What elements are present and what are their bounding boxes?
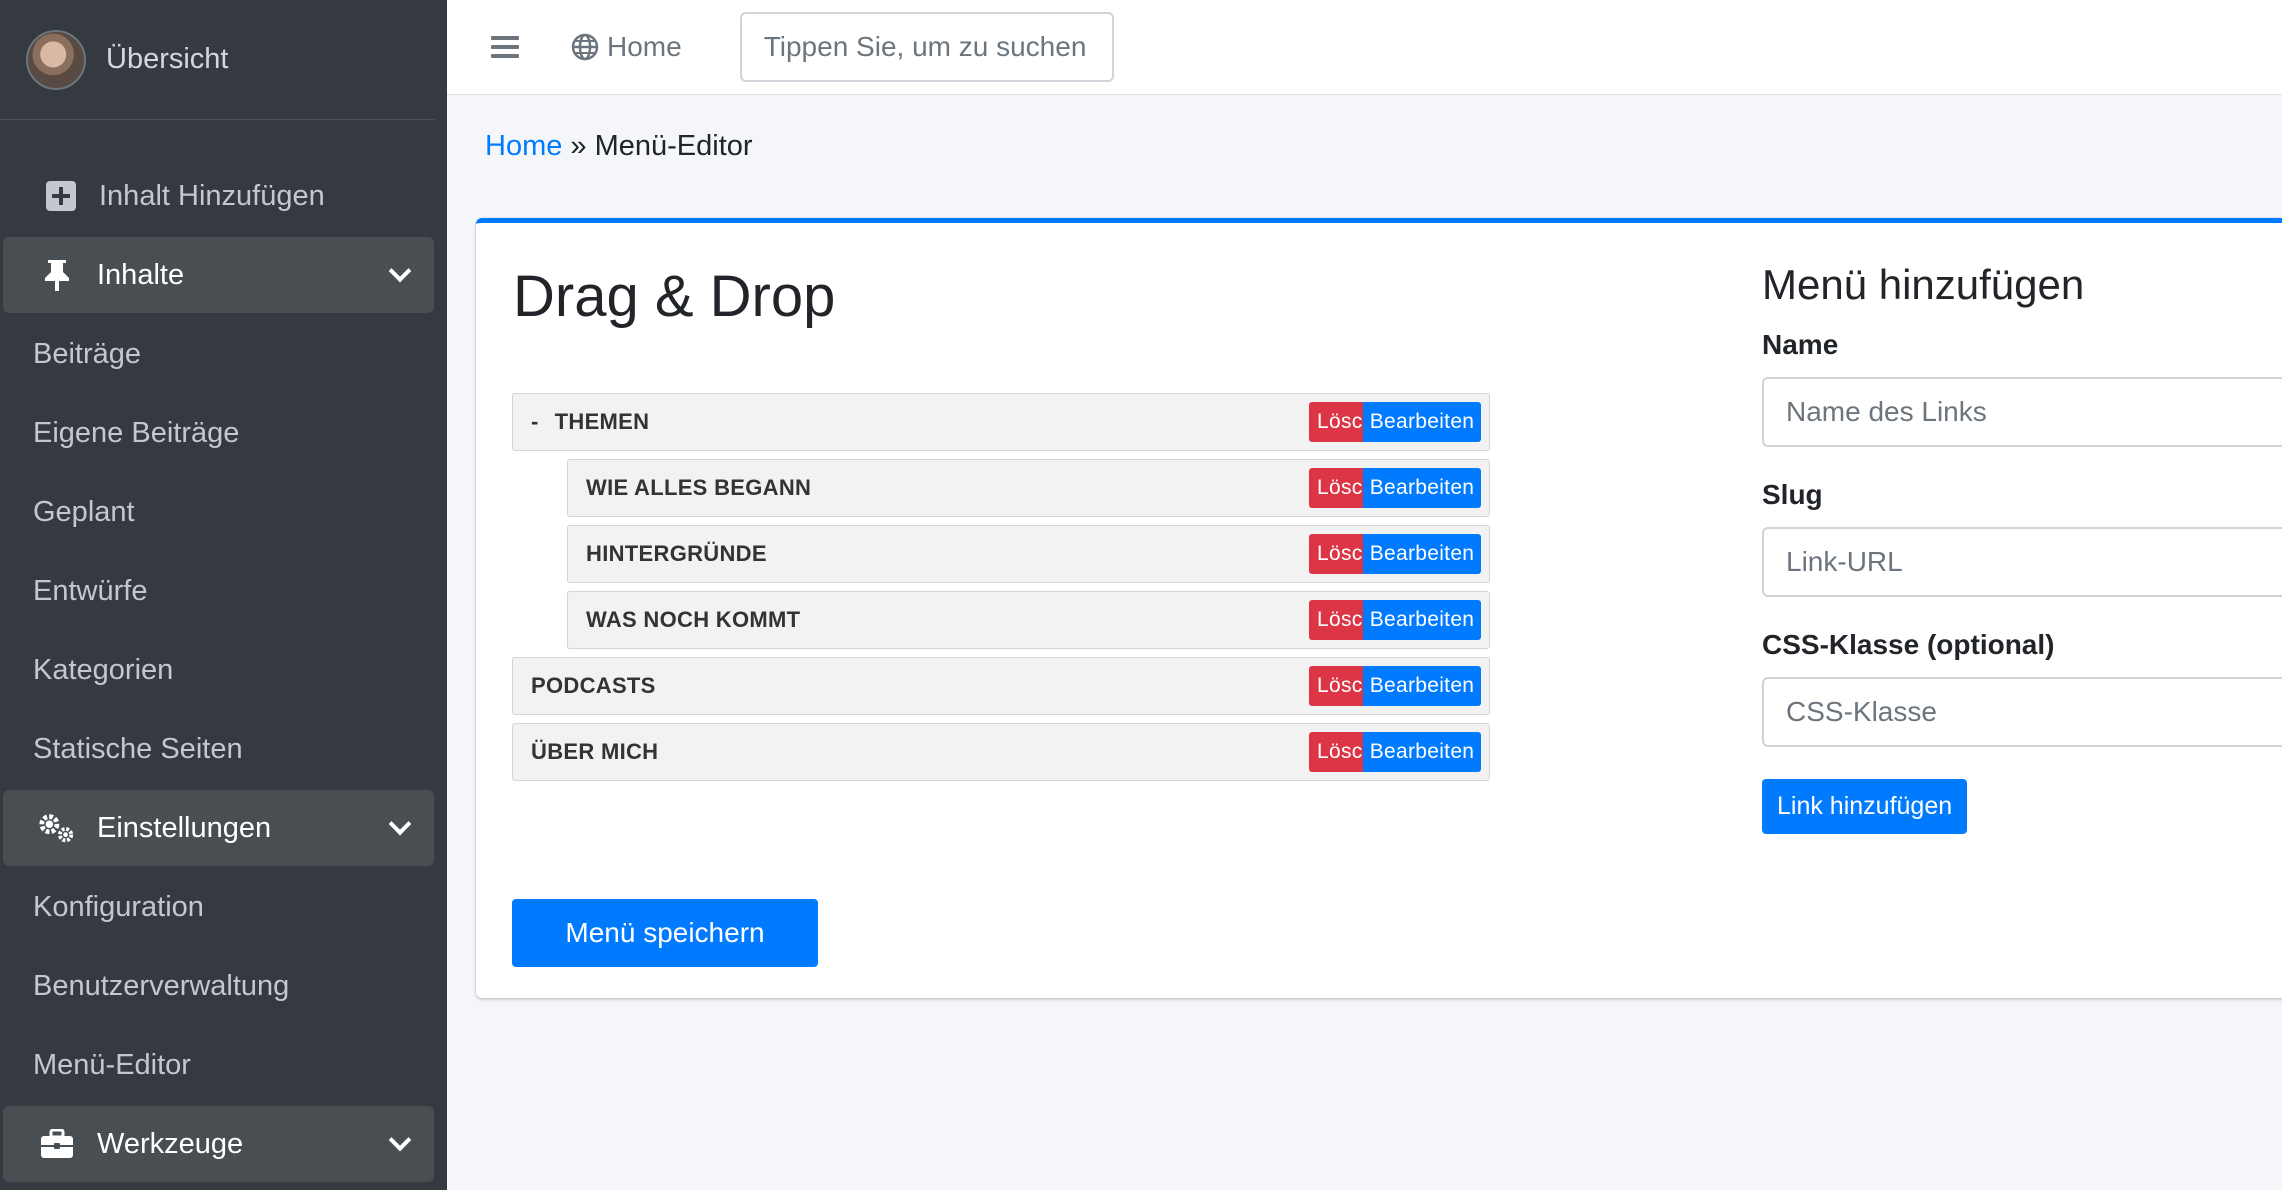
delete-button[interactable]: Löschen [1309,600,1363,640]
sidebar-item-static-pages[interactable]: Statische Seiten [3,711,434,787]
top-navbar: Home [447,0,2282,95]
name-label: Name [1762,329,1839,360]
menu-item-podcasts[interactable]: PODCASTS Löschen Bearbeiten [512,657,1490,715]
delete-button[interactable]: Löschen [1309,468,1363,508]
sidebar: Übersicht Inhalt Hinzufügen Inhalte Beit… [0,0,447,1190]
menu-item-actions: Löschen Bearbeiten [1309,666,1481,706]
css-class-label: CSS-Klasse (optional) [1762,629,2055,660]
menu-item-ueber-mich[interactable]: ÜBER MICH Löschen Bearbeiten [512,723,1490,781]
sidebar-item-categories[interactable]: Kategorien [3,632,434,708]
sidebar-item-label: Geplant [33,495,135,528]
delete-button[interactable]: Löschen [1309,666,1363,706]
menu-item-actions: Löschen Bearbeiten [1309,732,1481,772]
sidebar-item-add-content[interactable]: Inhalt Hinzufügen [3,158,434,234]
sidebar-item-scheduled[interactable]: Geplant [3,474,434,550]
breadcrumb-current: Menü-Editor [594,130,753,162]
briefcase-icon [37,1129,77,1159]
menu-item-was-noch-kommt[interactable]: WAS NOCH KOMMT Löschen Bearbeiten [567,591,1490,649]
top-home-label: Home [607,31,682,62]
edit-button[interactable]: Bearbeiten [1363,468,1481,508]
sidebar-section-label: Inhalte [97,258,185,291]
menu-item-actions: Löschen Bearbeiten [1309,468,1481,508]
add-menu-form: Menü hinzufügen Name Slug CSS-Klasse (op… [1762,261,2282,834]
link-name-field[interactable] [1762,377,2282,447]
sidebar-item-drafts[interactable]: Entwürfe [3,553,434,629]
sidebar-item-label: Menü-Editor [33,1048,191,1081]
menu-item-actions: Löschen Bearbeiten [1309,600,1481,640]
delete-button[interactable]: Löschen [1309,732,1363,772]
brand-link[interactable]: Übersicht [0,0,435,120]
menu-item-actions: Löschen Bearbeiten [1309,534,1481,574]
menu-item-label: WAS NOCH KOMMT [586,607,801,632]
sidebar-item-user-management[interactable]: Benutzerverwaltung [3,948,434,1024]
css-class-field[interactable] [1762,677,2282,747]
edit-button[interactable]: Bearbeiten [1363,666,1481,706]
menu-item-label: WIE ALLES BEGANN [586,475,812,500]
sidebar-item-configuration[interactable]: Konfiguration [3,869,434,945]
thumbtack-icon [37,258,77,292]
sidebar-item-label: Statische Seiten [33,732,243,765]
sidebar-item-label: Entwürfe [33,574,148,607]
menu-item-wie-alles-begann[interactable]: WIE ALLES BEGANN Löschen Bearbeiten [567,459,1490,517]
slug-field[interactable] [1762,527,2282,597]
sidebar-section-label: Einstellungen [97,811,272,844]
chevron-down-icon [388,1128,412,1152]
menu-item-label: THEMEN [554,409,650,434]
add-menu-title: Menü hinzufügen [1762,261,2085,308]
sidebar-item-label: Beiträge [33,337,142,370]
sidebar-section-label: Werkzeuge [97,1127,244,1160]
sidebar-item-own-posts[interactable]: Eigene Beiträge [3,395,434,471]
sidebar-section-content[interactable]: Inhalte [3,237,434,313]
breadcrumb-separator: » [562,130,595,162]
edit-button[interactable]: Bearbeiten [1363,402,1481,442]
sidebar-item-posts[interactable]: Beiträge [3,316,434,392]
sidebar-item-label: Eigene Beiträge [33,416,240,449]
breadcrumb-home-link[interactable]: Home [485,130,562,162]
sidebar-item-label: Inhalt Hinzufügen [99,179,325,212]
drag-drop-title: Drag & Drop [513,264,836,329]
delete-button[interactable]: Löschen [1309,402,1363,442]
brand-text: Übersicht [106,43,229,75]
menu-item-label: HINTERGRÜNDE [586,541,767,566]
menu-item-label: ÜBER MICH [531,739,659,764]
plus-square-icon [41,180,81,212]
sidebar-item-label: Kategorien [33,653,174,686]
menu-item-actions: Löschen Bearbeiten [1309,402,1481,442]
menu-item-label: PODCASTS [531,673,656,698]
menu-editor-card: Drag & Drop - THEMEN Löschen Bearbeiten … [476,218,2282,998]
breadcrumb: Home » Menü-Editor [485,130,753,163]
add-link-button[interactable]: Link hinzufügen [1762,779,1968,834]
sidebar-item-menu-editor[interactable]: Menü-Editor [3,1027,434,1103]
menu-item-themen[interactable]: - THEMEN Löschen Bearbeiten [512,393,1490,451]
menu-toggle-icon[interactable] [491,36,519,58]
chevron-down-icon [388,812,412,836]
top-home-link[interactable]: Home [571,31,682,63]
delete-button[interactable]: Löschen [1309,534,1363,574]
collapse-toggle[interactable]: - [531,409,539,435]
sidebar-item-label: Konfiguration [33,890,204,923]
save-menu-button[interactable]: Menü speichern [512,899,818,967]
menu-item-hintergruende[interactable]: HINTERGRÜNDE Löschen Bearbeiten [567,525,1490,583]
user-avatar [26,29,86,90]
sidebar-nav: Inhalt Hinzufügen Inhalte Beiträge Eigen… [0,120,447,1182]
sidebar-section-tools[interactable]: Werkzeuge [3,1106,434,1182]
slug-label: Slug [1762,479,1823,510]
sidebar-item-label: Benutzerverwaltung [33,969,290,1002]
gears-icon [37,811,77,845]
edit-button[interactable]: Bearbeiten [1363,732,1481,772]
sidebar-section-settings[interactable]: Einstellungen [3,790,434,866]
chevron-down-icon [388,259,412,283]
search-input[interactable] [739,12,1114,82]
edit-button[interactable]: Bearbeiten [1363,600,1481,640]
menu-tree: - THEMEN Löschen Bearbeiten WIE ALLES BE… [512,393,1490,789]
edit-button[interactable]: Bearbeiten [1363,534,1481,574]
globe-icon [571,33,599,61]
